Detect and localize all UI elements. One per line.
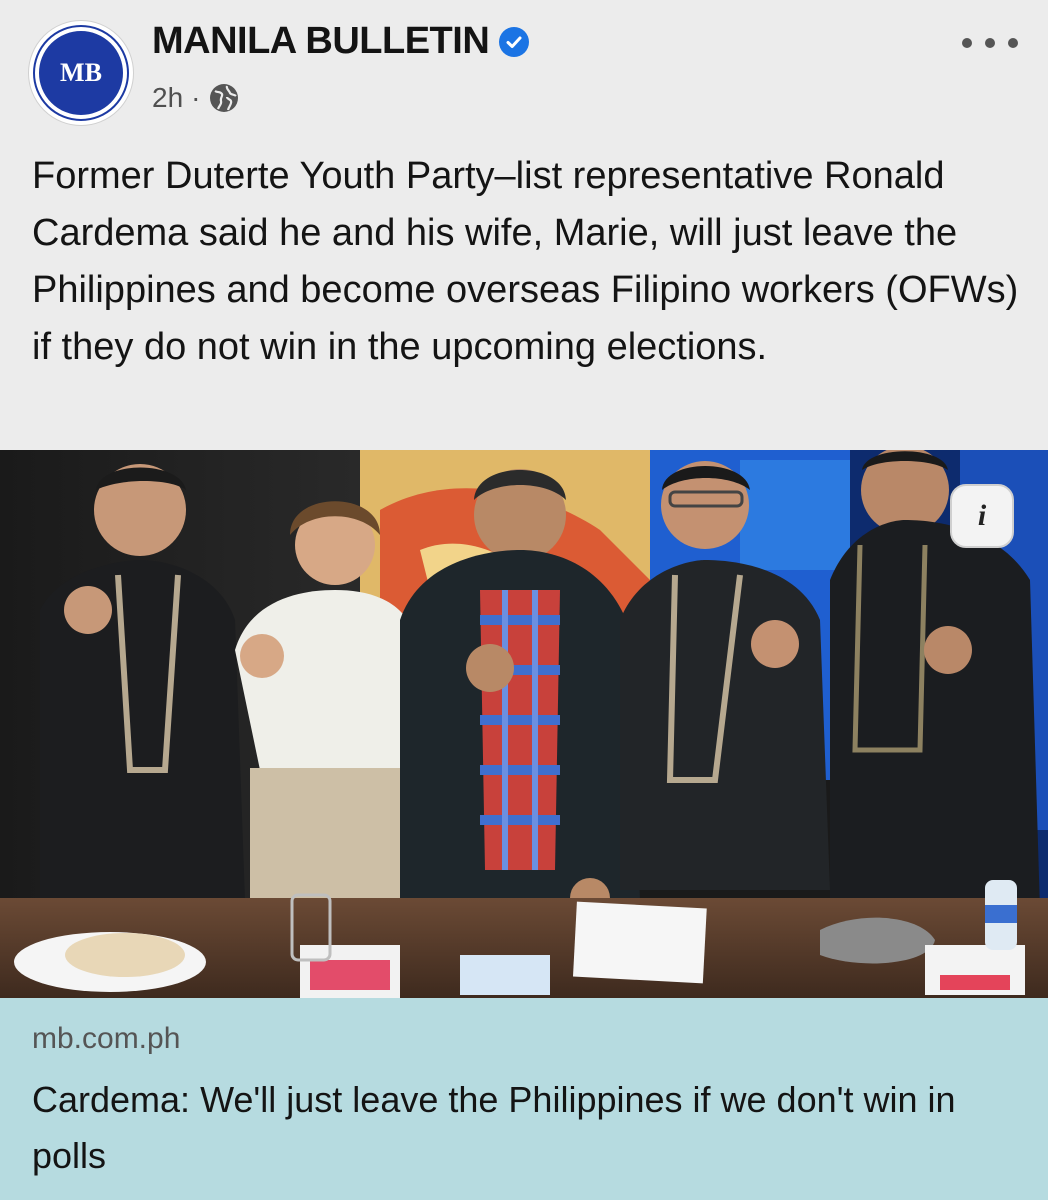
avatar-text: MB (60, 58, 102, 87)
link-preview-card[interactable]: mb.com.ph Cardema: We'll just leave the … (0, 998, 1048, 1200)
post-text: Former Duterte Youth Party–list represen… (32, 155, 1019, 368)
page-name[interactable]: MANILA BULLETIN (152, 20, 490, 63)
link-title[interactable]: Cardema: We'll just leave the Philippine… (32, 1072, 1022, 1184)
page-name-row: MANILA BULLETIN (152, 20, 530, 63)
post-time[interactable]: 2h (152, 82, 183, 114)
verified-badge-icon (499, 26, 530, 57)
post-meta: 2h · (152, 82, 240, 114)
link-domain: mb.com.ph (32, 1022, 181, 1055)
more-dot (962, 38, 972, 48)
page-avatar[interactable]: MB (28, 20, 134, 126)
more-options-icon[interactable] (962, 28, 1018, 58)
photo-illustration (0, 450, 1048, 998)
post-photo[interactable] (0, 450, 1048, 998)
post-header: MB MANILA BULLETIN 2h · (0, 0, 1048, 140)
avatar-logo: MB (33, 25, 129, 121)
more-dot (985, 38, 995, 48)
photo-info-button[interactable]: i (950, 484, 1014, 548)
meta-separator: · (191, 82, 201, 113)
more-dot (1008, 38, 1018, 48)
globe-icon (210, 84, 239, 112)
